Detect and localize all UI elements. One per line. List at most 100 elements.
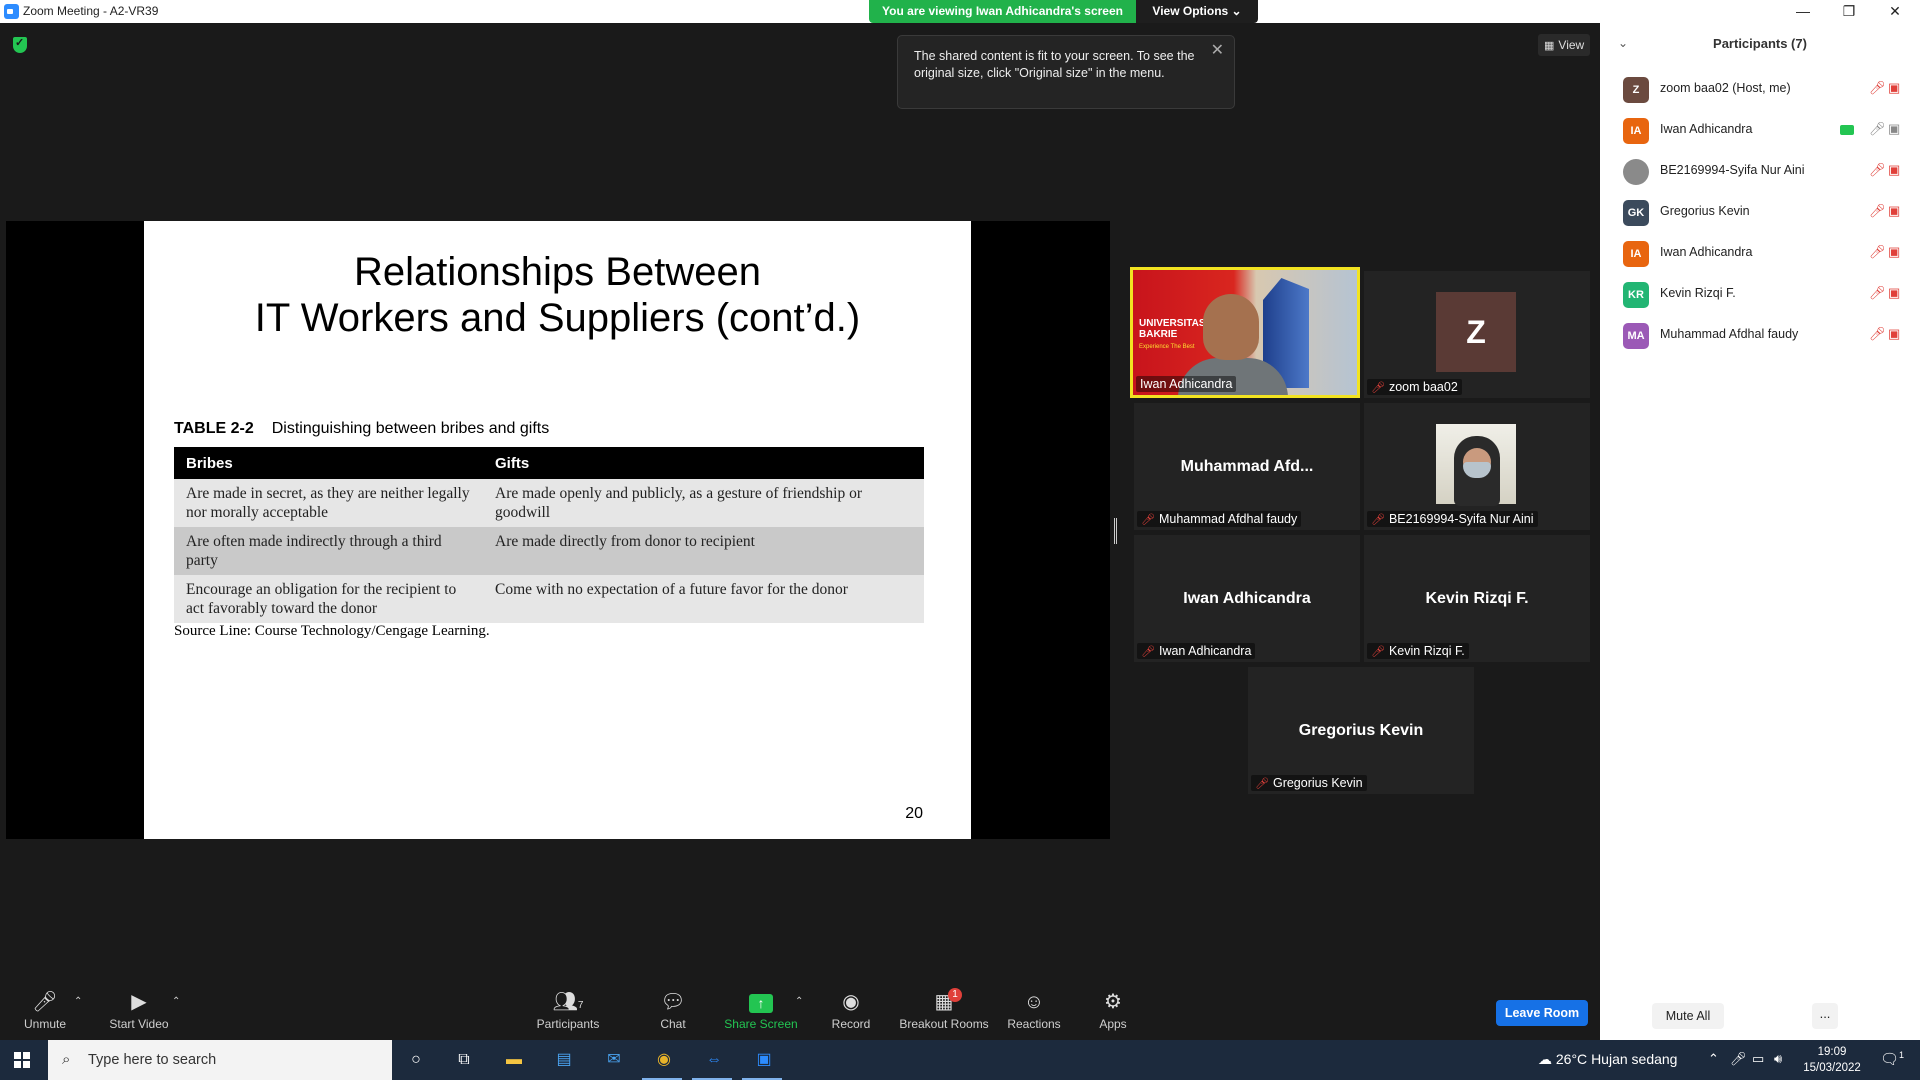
screen-sharing-icon — [1840, 125, 1854, 135]
video-off-icon[interactable]: ▣ — [1888, 203, 1900, 219]
video-off-icon[interactable]: ▣ — [1888, 244, 1900, 260]
muted-mic-icon[interactable]: 🎤︎ — [1869, 162, 1886, 178]
avatar: IA — [1623, 241, 1649, 267]
video-on-icon[interactable]: ▣ — [1888, 121, 1900, 137]
reactions-icon: ☺︎ — [1023, 991, 1045, 1013]
network-icon[interactable]: ▭ — [1752, 1051, 1764, 1067]
task-view-icon[interactable]: ⧉ — [452, 1048, 476, 1072]
search-placeholder: Type here to search — [88, 1052, 217, 1068]
avatar: MA — [1623, 323, 1649, 349]
microphone-tray-icon[interactable]: 🎤︎ — [1730, 1051, 1747, 1067]
muted-mic-icon[interactable]: 🎤︎ — [1869, 326, 1886, 342]
tile-name: Kevin Rizqi F. — [1388, 644, 1465, 658]
restore-button[interactable]: ❐ — [1826, 0, 1872, 23]
video-off-icon[interactable]: ▣ — [1888, 285, 1900, 301]
video-off-icon[interactable]: ▣ — [1888, 326, 1900, 342]
participant-row[interactable]: GK Gregorius Kevin 🎤︎ ▣ — [1600, 192, 1920, 233]
participant-row[interactable]: IA Iwan Adhicandra 🎤︎ ▣ — [1600, 110, 1920, 151]
table-cell: Are made directly from donor to recipien… — [483, 527, 924, 575]
share-options-caret-icon[interactable]: ⌃ — [795, 996, 803, 1007]
zoom-taskbar-icon[interactable]: ▣ — [752, 1048, 776, 1072]
table-cell: Come with no expectation of a future fav… — [483, 575, 924, 623]
audio-options-caret-icon[interactable]: ⌃ — [74, 996, 82, 1007]
participant-row[interactable]: KR Kevin Rizqi F. 🎤︎ ▣ — [1600, 274, 1920, 315]
slide-title: Relationships Between IT Workers and Sup… — [144, 249, 971, 341]
temperature: 26°C — [1555, 1051, 1588, 1067]
minimize-button[interactable]: — — [1780, 0, 1826, 23]
slide-page-number: 20 — [905, 805, 923, 822]
participant-row[interactable]: BE2169994-Syifa Nur Aini 🎤︎ ▣ — [1600, 151, 1920, 192]
muted-mic-icon[interactable]: 🎤︎ — [1869, 285, 1886, 301]
show-hidden-icons-icon[interactable]: ⌃ — [1708, 1051, 1719, 1067]
notification-count: 1 — [1899, 1050, 1905, 1060]
mail-icon[interactable]: ✉ — [602, 1048, 626, 1072]
share-screen-icon: ↑ — [716, 990, 806, 1014]
participant-row[interactable]: Z zoom baa02 (Host, me) 🎤︎ ▣ — [1600, 69, 1920, 110]
shared-screen[interactable]: Relationships Between IT Workers and Sup… — [6, 221, 1110, 839]
mute-all-button[interactable]: Mute All — [1652, 1003, 1724, 1029]
chrome-icon[interactable]: ◉ — [652, 1048, 676, 1072]
clock-date: 15/03/2022 — [1803, 1062, 1861, 1074]
share-screen-label: Share Screen — [724, 1017, 798, 1031]
breakout-rooms-button[interactable]: ▦ 1 Breakout Rooms — [896, 988, 992, 1031]
participants-button[interactable]: 👥︎7 Participants — [523, 990, 613, 1031]
volume-icon[interactable]: 🔊︎ — [1774, 1051, 1782, 1067]
video-tile-active-speaker[interactable]: UNIVERSITAS BAKRIE Experience The Best I… — [1130, 267, 1360, 398]
muted-mic-icon[interactable]: 🎤︎ — [1869, 203, 1886, 219]
video-tile[interactable]: Iwan Adhicandra 🎤︎ Iwan Adhicandra — [1134, 535, 1360, 662]
video-tile[interactable]: Gregorius Kevin 🎤︎ Gregorius Kevin — [1248, 667, 1474, 794]
weather-condition: Hujan sedang — [1591, 1051, 1678, 1067]
unmute-label: Unmute — [23, 1017, 67, 1031]
security-shield-icon[interactable] — [13, 36, 27, 53]
record-button[interactable]: ◉ Record — [806, 990, 896, 1031]
mic-on-icon[interactable]: 🎤︎ — [1869, 121, 1886, 137]
tooltip-close-icon[interactable]: ✕ — [1211, 42, 1224, 59]
chat-button[interactable]: 💬︎ Chat — [628, 990, 718, 1031]
tile-name: Gregorius Kevin — [1272, 776, 1363, 790]
video-tile[interactable]: 🎤︎ BE2169994-Syifa Nur Aini — [1364, 403, 1590, 530]
teamviewer-icon[interactable]: ⇔ — [702, 1048, 726, 1072]
video-options-caret-icon[interactable]: ⌃ — [172, 996, 180, 1007]
weather-widget[interactable]: ☁︎ 26°C Hujan sedang — [1538, 1051, 1677, 1068]
view-options-button[interactable]: View Options ⌄ — [1136, 0, 1258, 23]
participants-icon: 👥︎7 — [552, 991, 584, 1013]
muted-mic-icon[interactable]: 🎤︎ — [1869, 80, 1886, 96]
record-icon: ◉ — [842, 991, 860, 1013]
notifications-icon[interactable]: 🗨︎1 — [1880, 1050, 1904, 1068]
slide-title-line-1: Relationships Between — [354, 250, 761, 294]
participant-row[interactable]: MA Muhammad Afdhal faudy 🎤︎ ▣ — [1600, 315, 1920, 356]
windows-start-icon[interactable] — [14, 1052, 30, 1068]
video-off-icon: ▶︎ — [131, 991, 147, 1013]
table-cell: Encourage an obligation for the recipien… — [174, 575, 483, 623]
taskbar-search-box[interactable]: ⌕ Type here to search — [48, 1040, 392, 1080]
meeting-toolbar: 🎤︎ Unmute ⌃ ▶︎ Start Video ⌃ 👥︎7 Partici… — [0, 970, 1600, 1040]
table-cell: Are made in secret, as they are neither … — [174, 479, 483, 527]
close-window-button[interactable]: ✕ — [1872, 0, 1918, 23]
table-header-gifts: Gifts — [483, 447, 924, 479]
muted-mic-icon[interactable]: 🎤︎ — [1869, 244, 1886, 260]
reactions-button[interactable]: ☺︎ Reactions — [989, 990, 1079, 1031]
start-video-button[interactable]: ▶︎ Start Video — [94, 990, 184, 1031]
tile-nametag: 🎤︎ Gregorius Kevin — [1251, 775, 1367, 791]
video-tile[interactable]: Z 🎤︎ zoom baa02 — [1364, 271, 1590, 398]
apps-button[interactable]: ⚙︎ Apps — [1068, 990, 1158, 1031]
taskbar-clock[interactable]: 19:09 15/03/2022 — [1800, 1044, 1864, 1076]
share-screen-button[interactable]: ↑ Share Screen — [716, 990, 806, 1031]
cortana-icon[interactable]: ○ — [404, 1048, 428, 1072]
avatar: Z — [1623, 77, 1649, 103]
leave-room-button[interactable]: Leave Room — [1496, 1000, 1588, 1026]
video-off-icon[interactable]: ▣ — [1888, 162, 1900, 178]
uni-line-1: UNIVERSITAS — [1139, 318, 1206, 329]
participant-row[interactable]: IA Iwan Adhicandra 🎤︎ ▣ — [1600, 233, 1920, 274]
more-options-button[interactable]: ... — [1812, 1003, 1838, 1029]
apps-icon: ⚙︎ — [1104, 991, 1122, 1013]
microsoft-store-icon[interactable]: ▤ — [552, 1048, 576, 1072]
video-tile[interactable]: Muhammad Afd... 🎤︎ Muhammad Afdhal faudy — [1134, 403, 1360, 530]
participant-name: Iwan Adhicandra — [1660, 122, 1753, 136]
video-off-icon[interactable]: ▣ — [1888, 80, 1900, 96]
video-tile[interactable]: Kevin Rizqi F. 🎤︎ Kevin Rizqi F. — [1364, 535, 1590, 662]
file-explorer-icon[interactable]: ▬ — [502, 1048, 526, 1072]
split-divider-handle[interactable] — [1114, 518, 1117, 544]
university-logo-text: UNIVERSITAS BAKRIE Experience The Best — [1139, 318, 1206, 353]
view-layout-button[interactable]: ▦ View — [1538, 34, 1590, 56]
